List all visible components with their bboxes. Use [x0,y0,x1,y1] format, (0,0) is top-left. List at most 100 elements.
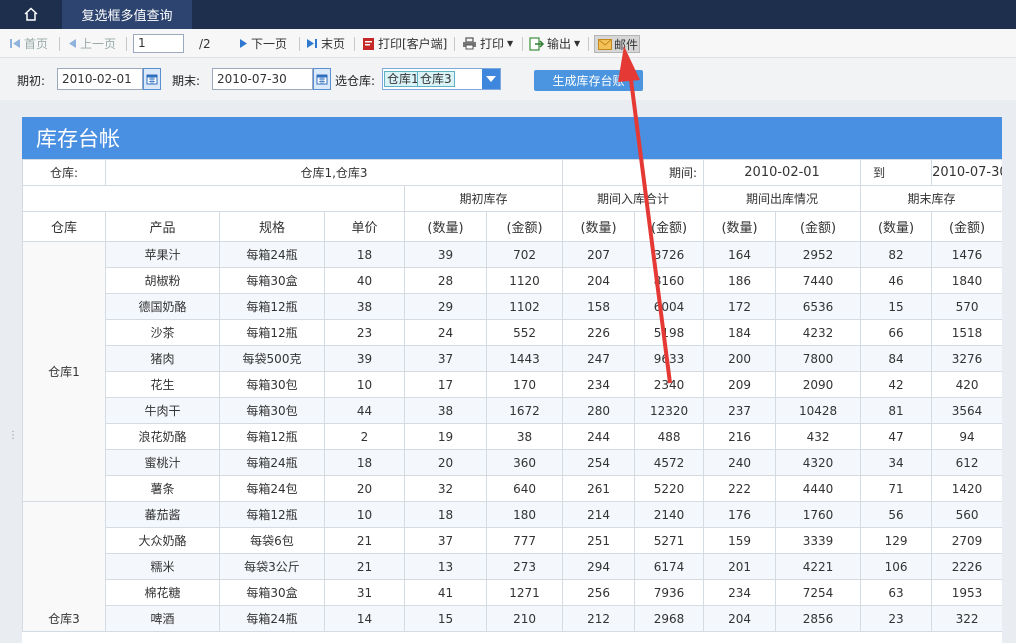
table-cell: 201 [703,553,777,580]
table-cell: 8160 [634,267,705,294]
period-label: 期间: [562,159,705,186]
table-cell: 每箱24瓶 [219,241,325,268]
table-cell: 212 [562,605,636,632]
table-cell: 39 [404,241,487,268]
table-cell: 糯米 [105,553,220,580]
table-cell: 170 [485,371,564,398]
printer-icon [463,37,476,50]
column-header: (金额) [485,211,564,242]
table-cell: 184 [703,319,777,346]
end-date-picker[interactable] [313,68,331,90]
pdf-icon [363,37,374,50]
table-cell: 德国奶酪 [105,293,220,320]
table-cell: 18 [324,241,405,268]
table-row: 浪花奶酪 每箱12瓶 2 19 38 244 488 216 432 47 94 [23,423,1002,450]
table-cell: 129 [860,527,933,554]
table-cell: 4221 [775,553,862,580]
table-cell: 164 [703,241,777,268]
table-cell: 每袋6包 [219,527,325,554]
table-cell: 2090 [775,371,862,398]
table-cell: 苹果汁 [105,241,220,268]
period-start: 2010-02-01 [703,159,862,186]
mail-button[interactable]: 邮件 [594,35,640,53]
table-cell: 570 [931,293,1002,320]
print-client-button[interactable]: 打印[客户端] [362,29,447,58]
home-button[interactable] [0,0,62,29]
next-page-button[interactable]: 下一页 [239,29,287,58]
table-cell: 6174 [634,553,705,580]
table-cell: 每箱30包 [219,371,325,398]
table-cell: 1672 [485,397,564,424]
column-header: (数量) [860,211,933,242]
table-row: 大众奶酪 每袋6包 21 37 777 251 5271 159 3339 129 2709 [23,527,1002,554]
export-button[interactable]: 输出 ▼ [529,29,580,58]
table-cell: 10 [324,501,405,528]
table-cell: 12320 [634,397,705,424]
warehouse-chip[interactable]: 仓库1 [384,71,422,87]
top-bar: 复选框多值查询 [0,0,1016,29]
table-cell: 23 [860,605,933,632]
column-header: (金额) [931,211,1002,242]
table-cell: 106 [860,553,933,580]
table-row: 糯米 每袋3公斤 21 13 273 294 6174 201 4221 106 2226 [23,553,1002,580]
print-button[interactable]: 打印 ▼ [462,29,513,58]
table-cell: 240 [703,449,777,476]
first-page-button[interactable]: 首页 [9,29,48,58]
prev-page-button[interactable]: 上一页 [68,29,116,58]
end-date-input[interactable]: 2010-07-30 [212,68,313,90]
table-cell: 44 [324,397,405,424]
table-cell: 2340 [634,371,705,398]
warehouse-multiselect[interactable]: 仓库1 仓库3 [382,68,501,90]
table-cell: 6536 [775,293,862,320]
table-row: 牛肉干 每箱30包 44 38 1672 280 12320 237 10428 81 3564 [23,397,1002,424]
table-cell: 胡椒粉 [105,267,220,294]
table-cell: 1953 [931,579,1002,606]
divider [299,37,300,51]
start-date-picker[interactable] [143,68,161,90]
column-header: (数量) [562,211,636,242]
table-cell: 17 [404,371,487,398]
table-cell: 沙茶 [105,319,220,346]
warehouse-chip[interactable]: 仓库3 [417,71,455,87]
tab-multiselect-query[interactable]: 复选框多值查询 [62,0,192,29]
table-cell: 38 [324,293,405,320]
table-cell: 14 [324,605,405,632]
table-cell: 3726 [634,241,705,268]
table-cell: 2 [324,423,405,450]
resize-handle-icon[interactable]: ⋮ [8,430,18,441]
table-cell: 6004 [634,293,705,320]
table-cell: 每袋3公斤 [219,553,325,580]
last-page-button[interactable]: 末页 [306,29,345,58]
page-number-input[interactable]: 1 [133,34,184,53]
table-cell: 花生 [105,371,220,398]
table-row: 胡椒粉 每箱30盒 40 28 1120 204 8160 186 7440 46 1840 [23,267,1002,294]
table-cell: 每箱30盒 [219,267,325,294]
table-cell: 38 [485,423,564,450]
table-cell: 18 [324,449,405,476]
table-row: 薯条 每箱24包 20 32 640 261 5220 222 4440 71 1420 [23,475,1002,502]
table-cell: 每箱24瓶 [219,449,325,476]
start-date-input[interactable]: 2010-02-01 [57,68,143,90]
table-cell: 1420 [931,475,1002,502]
column-header: 单价 [324,211,405,242]
header-row-warehouse: 仓库: 仓库1,仓库3 期间: 2010-02-01 到 2010-07-30 [22,159,1002,186]
generate-ledger-button[interactable]: 生成库存台账 [534,70,643,91]
table-row: 花生 每箱30包 10 17 170 234 2340 209 2090 42 420 [23,371,1002,398]
ledger-table: 仓库: 仓库1,仓库3 期间: 2010-02-01 到 2010-07-30 … [22,159,1002,632]
prev-page-icon [69,39,76,48]
table-cell: 84 [860,345,933,372]
table-cell: 1476 [931,241,1002,268]
table-cell: 1760 [775,501,862,528]
table-cell: 牛肉干 [105,397,220,424]
table-cell: 每箱24包 [219,475,325,502]
table-cell: 186 [703,267,777,294]
table-cell: 2709 [931,527,1002,554]
header-row-columns: 仓库 产品 规格 单价 (数量) (金额) (数量) (金额) (数量) (金额… [22,211,1002,242]
multiselect-dropdown-button[interactable] [482,69,500,89]
table-cell: 234 [562,371,636,398]
table-cell: 9633 [634,345,705,372]
table-cell: 每袋500克 [219,345,325,372]
table-cell: 5220 [634,475,705,502]
warehouse-cell: 仓库1 [22,241,106,502]
table-cell: 4572 [634,449,705,476]
